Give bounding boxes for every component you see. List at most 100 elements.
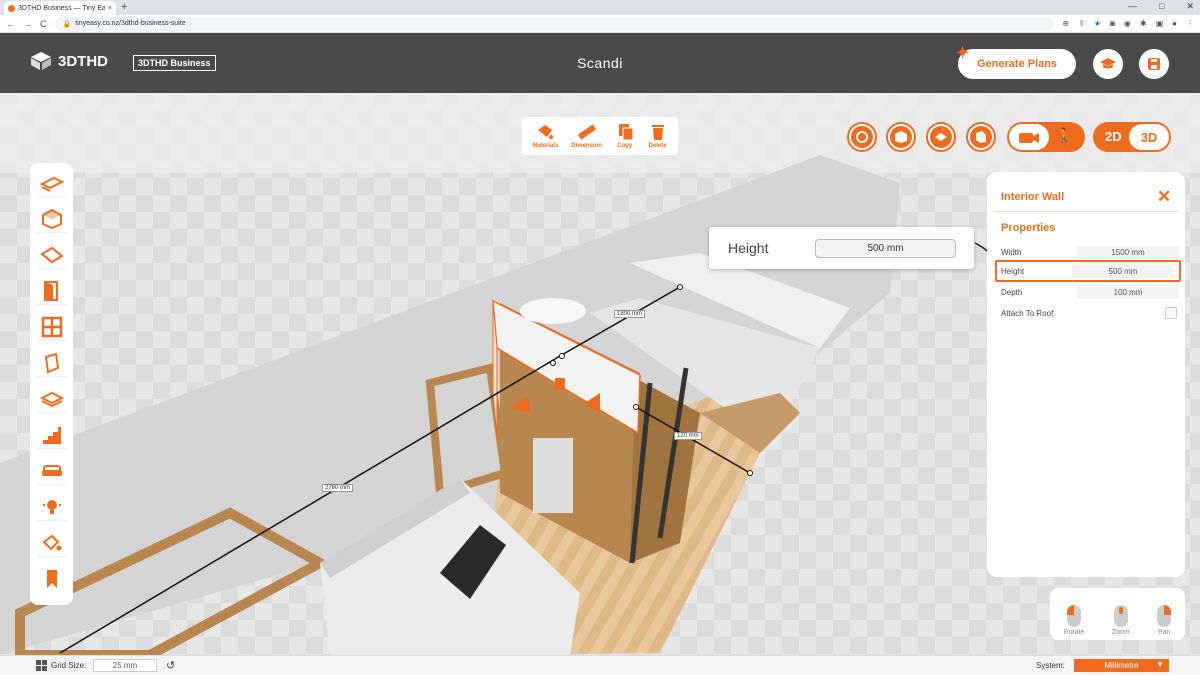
mouse-wheel-icon (1113, 605, 1128, 627)
system-label: System: (1036, 661, 1065, 670)
dimension-tool[interactable]: Dimension (571, 123, 602, 149)
close-icon[interactable]: ✕ (1157, 187, 1171, 207)
sofa-icon (41, 464, 62, 476)
app-header: 3DTHD 3DTHD Business Scandi ✦ Generate P… (0, 33, 1200, 93)
view-floor-button[interactable] (926, 122, 956, 152)
favicon-icon (8, 4, 15, 12)
object-toolbar: Materials Dimension Copy Delete (522, 117, 678, 155)
walls-view-icon (976, 131, 986, 143)
window-controls: — □ ✕ (1128, 1, 1194, 12)
sidebar-item-bookmark[interactable] (36, 565, 68, 593)
save-icon (1148, 58, 1160, 70)
height-field[interactable]: 500 mm (1072, 264, 1174, 278)
tab-close-icon[interactable]: × (108, 5, 112, 12)
sidebar-item-furniture[interactable] (35, 457, 68, 485)
delete-label: Delete (648, 143, 667, 149)
sidebar-item-lighting[interactable] (35, 493, 68, 521)
sidebar-item-window[interactable] (35, 313, 68, 341)
paint-icon (41, 534, 61, 550)
window-icon (41, 316, 62, 337)
generate-plans-label: Generate Plans (976, 58, 1058, 70)
tape-measure-icon (856, 131, 868, 143)
bookmark-star-icon[interactable]: ★ (1094, 19, 1101, 28)
reset-icon[interactable]: ↺ (166, 659, 175, 672)
reload-icon[interactable]: C (40, 19, 47, 29)
new-tab-button[interactable]: + (121, 1, 127, 13)
depth-row: Depth 100 mm (1001, 285, 1179, 299)
sidebar-item-floor[interactable] (35, 169, 68, 197)
copy-tool[interactable]: Copy (615, 123, 635, 149)
dimension-mode-toggle[interactable]: 2D 3D (1093, 122, 1171, 152)
divider (994, 211, 1178, 212)
tutorial-button[interactable] (1093, 49, 1123, 79)
width-field[interactable]: 1500 mm (1077, 245, 1179, 259)
height-label: Height (1001, 266, 1025, 276)
ruler-icon (577, 124, 596, 140)
sidebar-item-stairs[interactable] (35, 421, 68, 449)
door-icon (43, 280, 58, 301)
camera-mode-toggle[interactable]: 🚶 (1007, 122, 1085, 152)
grid-size-input[interactable]: 25 mm (93, 659, 157, 672)
zoom-label: Zoom (1111, 629, 1130, 636)
light-icon (42, 499, 61, 514)
view-box-button[interactable] (886, 122, 916, 152)
browser-extension-icons: ⊕ ⇪ ★ ◙ ◉ ✱ ▣ ● ⋮ (1062, 19, 1194, 28)
back-icon[interactable]: ← (6, 19, 15, 29)
minimize-button[interactable]: — (1128, 1, 1137, 12)
sidebar-item-wall[interactable] (35, 349, 68, 377)
browser-tabstrip: 3DTHD Business — Tiny Easy - T × + — □ ✕ (0, 0, 1200, 15)
address-bar-row: ← → C 🔒 tinyeasy.co.nz/3dthd-business-su… (0, 15, 1200, 33)
pan-label: Pan (1158, 629, 1171, 636)
browser-tab[interactable]: 3DTHD Business — Tiny Easy - T × (4, 1, 116, 15)
walk-icon[interactable]: 🚶 (1056, 127, 1073, 144)
sidebar-item-box[interactable] (35, 205, 68, 233)
forward-icon[interactable]: → (23, 19, 32, 29)
zoom-icon[interactable]: ⊕ (1062, 19, 1069, 28)
grid-size-label: Grid Size: (51, 661, 87, 670)
puzzle-icon[interactable]: ✱ (1140, 19, 1147, 28)
height-popup-input[interactable]: 500 mm (815, 239, 956, 258)
system-value: Millimetre (1104, 661, 1139, 670)
depth-label: Depth (1001, 287, 1023, 297)
view-walls-button[interactable] (966, 122, 996, 152)
depth-field[interactable]: 100 mm (1077, 285, 1179, 299)
share-icon[interactable]: ⇪ (1078, 19, 1085, 28)
graduation-cap-icon (1100, 58, 1116, 69)
measure-view-button[interactable] (847, 122, 877, 152)
chevron-down-icon: ▼ (1156, 660, 1164, 669)
address-bar[interactable]: 🔒 tinyeasy.co.nz/3dthd-business-suite (54, 16, 1055, 31)
sidebar-item-door[interactable] (35, 277, 68, 305)
camera-icon[interactable]: ◙ (1110, 19, 1115, 28)
maximize-button[interactable]: □ (1159, 1, 1164, 12)
extension-icon[interactable]: ◉ (1124, 19, 1131, 28)
roof-icon (39, 246, 64, 263)
bottom-bar: Grid Size: 25 mm ↺ System: Millimetre ▼ (0, 655, 1200, 675)
toggle-2d[interactable]: 2D (1105, 129, 1122, 144)
sidebar-item-slab[interactable] (35, 385, 68, 413)
materials-tool[interactable]: Materials (532, 123, 558, 149)
floor-view-icon (935, 133, 947, 141)
system-select[interactable]: Millimetre ▼ (1074, 659, 1169, 672)
delete-tool[interactable]: Delete (648, 123, 668, 149)
dimension-label: 120 mm (674, 432, 702, 440)
attach-roof-checkbox[interactable] (1165, 307, 1177, 319)
sidebar-icon[interactable]: ▣ (1156, 19, 1164, 28)
mouse-left-icon (1067, 605, 1082, 627)
profile-icon[interactable]: ● (1172, 19, 1177, 28)
slab-icon (39, 391, 64, 407)
zoom-hint: Zoom (1112, 605, 1130, 636)
rotate-label: Rotate (1063, 629, 1085, 636)
close-window-button[interactable]: ✕ (1186, 1, 1194, 12)
sidebar-item-paint[interactable] (35, 529, 68, 557)
paint-bucket-icon (538, 125, 554, 139)
generate-plans-button[interactable]: ✦ Generate Plans (956, 45, 1076, 79)
save-button[interactable] (1139, 49, 1169, 79)
attach-roof-row: Attach To Roof (1001, 306, 1179, 320)
wall-icon (44, 352, 59, 373)
floor-icon (39, 176, 64, 192)
width-row: Width 1500 mm (1001, 245, 1179, 259)
pan-hint: Pan (1157, 605, 1172, 636)
menu-icon[interactable]: ⋮ (1186, 19, 1194, 28)
sidebar-item-roof[interactable] (35, 241, 68, 269)
toggle-3d[interactable]: 3D (1129, 124, 1169, 150)
